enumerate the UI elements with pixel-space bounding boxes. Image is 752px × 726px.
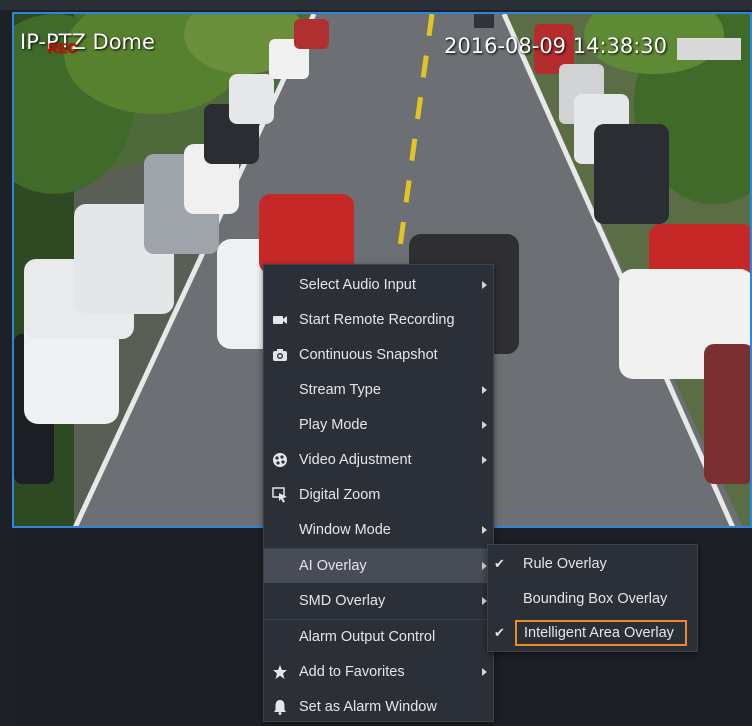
- menu-item-label: Select Audio Input: [299, 277, 416, 293]
- menu-item-smd-overlay[interactable]: SMD Overlay: [264, 584, 493, 618]
- menu-item-play-mode[interactable]: Play Mode: [264, 408, 493, 442]
- menu-item-stream-type[interactable]: Stream Type: [264, 373, 493, 407]
- submenu-item-label: Rule Overlay: [523, 556, 607, 572]
- menu-item-start-remote-recording[interactable]: Start Remote Recording: [264, 303, 493, 337]
- menu-item-label: Stream Type: [299, 382, 381, 398]
- camera-name-label: IP-PTZ Dome: [20, 30, 155, 54]
- menu-item-label: AI Overlay: [299, 558, 367, 574]
- menu-item-add-to-favorites[interactable]: Add to Favorites: [264, 655, 493, 689]
- menu-item-label: Alarm Output Control: [299, 629, 436, 645]
- star-icon: [273, 665, 287, 679]
- submenu-arrow-icon: [482, 526, 487, 534]
- submenu-item-bounding-box-overlay[interactable]: Bounding Box Overlay: [488, 583, 697, 615]
- menu-item-digital-zoom[interactable]: Digital Zoom: [264, 478, 493, 512]
- menu-item-select-audio-input[interactable]: Select Audio Input: [264, 268, 493, 302]
- menu-item-label: Start Remote Recording: [299, 312, 455, 328]
- recording-badge: REC: [48, 40, 78, 56]
- submenu-item-rule-overlay[interactable]: ✔ Rule Overlay: [488, 548, 697, 580]
- ai-overlay-submenu: ✔ Rule Overlay Bounding Box Overlay ✔ In…: [487, 544, 698, 652]
- camera-icon: [273, 349, 287, 361]
- menu-item-video-adjustment[interactable]: Video Adjustment: [264, 443, 493, 477]
- menu-item-label: Play Mode: [299, 417, 368, 433]
- menu-item-label: Continuous Snapshot: [299, 347, 438, 363]
- context-menu: Select Audio Input Start Remote Recordin…: [263, 264, 494, 722]
- submenu-item-label: Bounding Box Overlay: [523, 591, 668, 607]
- submenu-arrow-icon: [482, 668, 487, 676]
- submenu-item-intelligent-area-overlay[interactable]: ✔ Intelligent Area Overlay: [488, 617, 697, 649]
- menu-item-label: Add to Favorites: [299, 664, 405, 680]
- timestamp-overlay: 2016-08-09 14:38:30: [444, 34, 668, 58]
- menu-item-label: Window Mode: [299, 522, 391, 538]
- submenu-item-label: Intelligent Area Overlay: [524, 625, 674, 641]
- menu-item-ai-overlay[interactable]: AI Overlay: [264, 549, 493, 583]
- top-toolbar-strip: [0, 0, 752, 10]
- check-icon: ✔: [494, 556, 505, 571]
- palette-icon: [273, 453, 287, 467]
- menu-item-set-as-alarm-window[interactable]: Set as Alarm Window: [264, 690, 493, 724]
- privacy-mask: [677, 38, 741, 60]
- menu-item-window-mode[interactable]: Window Mode: [264, 513, 493, 547]
- submenu-arrow-icon: [482, 281, 487, 289]
- submenu-arrow-icon: [482, 421, 487, 429]
- menu-item-continuous-snapshot[interactable]: Continuous Snapshot: [264, 338, 493, 372]
- menu-item-alarm-output-control[interactable]: Alarm Output Control: [264, 620, 493, 654]
- menu-item-label: Set as Alarm Window: [299, 699, 437, 715]
- zoom-cursor-icon: [272, 487, 287, 503]
- bell-icon: [274, 700, 286, 715]
- check-icon: ✔: [494, 625, 505, 640]
- menu-item-label: Digital Zoom: [299, 487, 381, 503]
- video-camera-icon: [273, 316, 287, 324]
- submenu-arrow-icon: [482, 386, 487, 394]
- submenu-arrow-icon: [482, 456, 487, 464]
- menu-item-label: Video Adjustment: [299, 452, 412, 468]
- menu-item-label: SMD Overlay: [299, 593, 386, 609]
